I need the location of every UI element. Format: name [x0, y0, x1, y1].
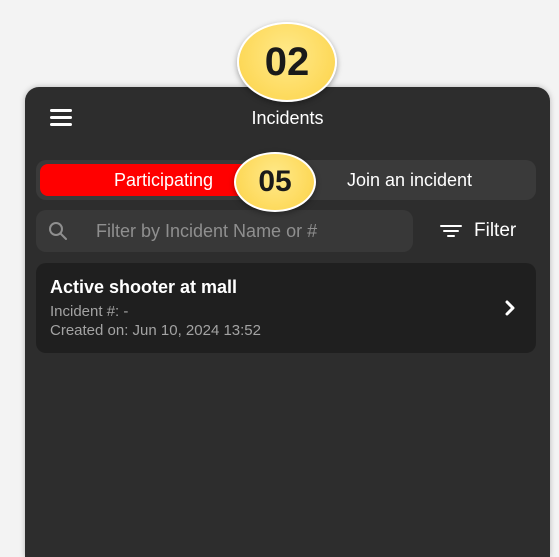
incident-title: Active shooter at mall: [50, 277, 238, 297]
incident-created-date: Created on: Jun 10, 2024 13:52: [50, 322, 261, 339]
step-callout-05: 05: [234, 152, 316, 212]
step-callout-02: 02: [237, 22, 337, 102]
filter-button[interactable]: Filter: [440, 218, 516, 244]
page-title: Incidents: [251, 108, 324, 128]
search-field[interactable]: [36, 210, 413, 252]
search-icon: [49, 222, 67, 240]
tab-join-incident-label: Join an incident: [346, 169, 473, 190]
filter-label: Filter: [474, 220, 517, 241]
chevron-right-icon: [505, 300, 515, 316]
filter-lines-icon: [440, 223, 462, 239]
tab-participating-label: Participating: [113, 169, 214, 190]
search-input[interactable]: [96, 210, 396, 252]
incident-number: Incident #: -: [50, 303, 129, 320]
list-item-incident[interactable]: Active shooter at mall Incident #: - Cre…: [36, 263, 536, 353]
tab-join-incident[interactable]: Join an incident: [287, 164, 532, 196]
